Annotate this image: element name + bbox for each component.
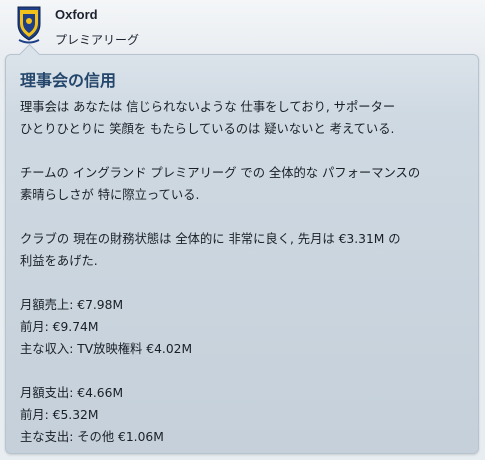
message-line: 利益をあげた. xyxy=(20,254,98,268)
league-name[interactable]: プレミアリーグ xyxy=(55,31,139,48)
message-line: ひとりひとりに 笑顔を もたらしているのは 疑いないと 考えている. xyxy=(20,122,395,136)
board-confidence-panel: 理事会の信用 理事会は あなたは 信じられないような 仕事をしており, サポータ… xyxy=(5,54,479,454)
panel-title: 理事会の信用 xyxy=(20,71,117,90)
monthly-expenditure: 月額支出: €4.66M xyxy=(20,386,124,400)
message-line: チームの イングランド プレミアリーグ での 全体的な パフォーマンスの xyxy=(20,166,421,180)
previous-month-expenditure: 前月: €5.32M xyxy=(20,408,99,422)
club-header: Oxford プレミアリーグ xyxy=(0,0,485,56)
message-line: 素晴らしさが 特に際立っている. xyxy=(20,188,200,202)
club-name[interactable]: Oxford xyxy=(55,7,98,22)
main-income: 主な収入: TV放映権料 €4.02M xyxy=(20,342,193,356)
message-line: 理事会は あなたは 信じられないような 仕事をしており, サポーター xyxy=(20,100,396,114)
main-expenditure: 主な支出: その他 €1.06M xyxy=(20,430,164,444)
previous-month-revenue: 前月: €9.74M xyxy=(20,320,99,334)
club-crest-icon[interactable] xyxy=(15,4,43,46)
message-line: クラブの 現在の財務状態は 全体的に 非常に良く, 先月は €3.31M の xyxy=(20,232,401,246)
monthly-revenue: 月額売上: €7.98M xyxy=(20,298,124,312)
panel-body: 理事会は あなたは 信じられないような 仕事をしており, サポーター ひとりひと… xyxy=(20,96,466,448)
